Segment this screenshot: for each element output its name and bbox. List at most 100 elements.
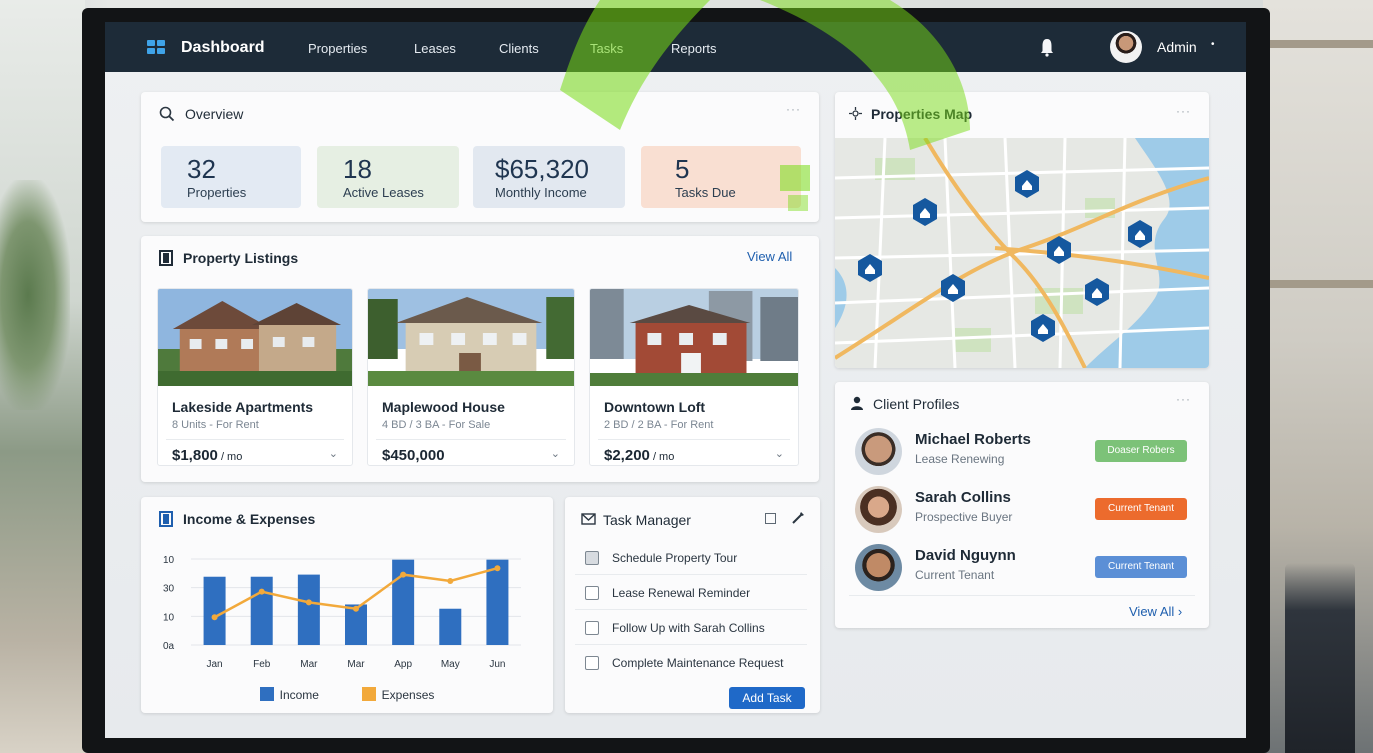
task-item[interactable]: Complete Maintenance Request xyxy=(575,646,807,680)
divider xyxy=(598,439,790,440)
stat-value: 5 xyxy=(675,154,690,184)
chevron-down-icon[interactable]: ⌄ xyxy=(329,447,338,460)
listing-price-value: $1,800 xyxy=(172,447,218,464)
overview-card: Overview ··· 32 Properties 18 Active Lea… xyxy=(141,92,819,222)
listing-price-unit: / mo xyxy=(217,451,243,463)
chart-xtick-label: App xyxy=(394,659,412,670)
listing-card[interactable]: Downtown Loft 2 BD / 2 BA - For Rent $2,… xyxy=(589,288,799,466)
client-row[interactable]: Michael Roberts Lease Renewing Doaser Ro… xyxy=(855,428,1205,486)
expand-icon[interactable] xyxy=(765,513,776,524)
stat-active-leases[interactable]: 18 Active Leases xyxy=(317,146,459,208)
bell-icon[interactable] xyxy=(1040,37,1054,57)
add-task-button[interactable]: Add Task xyxy=(729,687,805,709)
properties-map[interactable] xyxy=(835,138,1209,368)
legend-label-income: Income xyxy=(279,688,319,702)
income-expenses-card: Income & Expenses 10 30 10 0a Jan Feb Mar Mar Ap… xyxy=(141,497,553,713)
chart-ytick-label: 10 xyxy=(163,555,175,566)
client-avatar xyxy=(855,486,902,533)
listing-details: 4 BD / 3 BA - For Sale xyxy=(382,419,491,431)
chart-xtick-label: Jan xyxy=(207,659,223,670)
task-label: Schedule Property Tour xyxy=(612,551,738,565)
chart-xtick-label: Mar xyxy=(347,659,365,670)
task-checkbox[interactable] xyxy=(585,656,599,670)
client-profiles-card: Client Profiles ··· Michael Roberts Leas… xyxy=(835,382,1209,628)
legend-swatch-income xyxy=(259,687,274,701)
nav-link-properties[interactable]: Properties xyxy=(308,41,367,56)
nav-link-tasks[interactable]: Tasks xyxy=(590,41,623,56)
income-expenses-title: Income & Expenses xyxy=(183,511,316,527)
task-item[interactable]: Follow Up with Sarah Collins xyxy=(575,611,807,645)
stat-monthly-income[interactable]: $65,320 Monthly Income xyxy=(473,146,625,208)
stat-value: 18 xyxy=(343,154,372,184)
client-row[interactable]: David Nguynn Current Tenant Current Tena… xyxy=(855,544,1205,602)
chart-point-expenses xyxy=(305,599,312,606)
task-checkbox-checked[interactable] xyxy=(585,551,599,565)
user-avatar[interactable] xyxy=(1110,31,1142,63)
chevron-down-icon[interactable]: ⌄ xyxy=(775,447,784,460)
stat-value: $65,320 xyxy=(495,154,589,184)
top-nav: Dashboard Properties Leases Clients Task… xyxy=(105,22,1246,72)
listing-details: 8 Units - For Rent xyxy=(172,419,259,431)
income-expenses-chart: 10 30 10 0a Jan Feb Mar Mar App May Jun xyxy=(163,555,521,670)
listing-price-value: $2,200 xyxy=(604,447,650,464)
listing-card[interactable]: Maplewood House 4 BD / 3 BA - For Sale $… xyxy=(367,288,575,466)
listing-price: $2,200 / mo xyxy=(604,447,674,464)
task-manager-title: Task Manager xyxy=(603,512,691,528)
nav-link-reports[interactable]: Reports xyxy=(671,41,717,56)
listing-card[interactable]: Lakeside Apartments 8 Units - For Rent $… xyxy=(157,288,353,466)
client-name: Sarah Collins xyxy=(915,489,1011,506)
task-label: Lease Renewal Reminder xyxy=(612,586,751,600)
stat-tasks-due[interactable]: 5 Tasks Due xyxy=(641,146,801,208)
task-label: Follow Up with Sarah Collins xyxy=(612,621,765,635)
task-item[interactable]: Lease Renewal Reminder xyxy=(575,576,807,610)
chart-legend: Income Expenses xyxy=(141,687,553,702)
client-status: Current Tenant xyxy=(915,568,995,582)
listing-details: 2 BD / 2 BA - For Rent xyxy=(604,419,714,431)
edit-icon[interactable] xyxy=(791,511,805,525)
client-status: Prospective Buyer xyxy=(915,510,1013,524)
stat-label: Properties xyxy=(187,185,247,200)
property-photo xyxy=(590,289,798,386)
stat-label: Active Leases xyxy=(343,185,424,200)
user-icon xyxy=(851,396,863,410)
divider xyxy=(166,439,344,440)
task-label: Complete Maintenance Request xyxy=(612,656,784,670)
chart-point-expenses xyxy=(400,571,407,578)
background-plant xyxy=(0,180,70,410)
location-icon xyxy=(849,107,862,120)
dashboard-logo-icon xyxy=(147,40,165,55)
nav-link-clients[interactable]: Clients xyxy=(499,41,539,56)
task-item[interactable]: Schedule Property Tour xyxy=(575,541,807,575)
background-shelf xyxy=(1263,40,1373,48)
task-checkbox[interactable] xyxy=(585,621,599,635)
legend-swatch-expenses xyxy=(361,687,376,701)
client-badge: Current Tenant xyxy=(1095,498,1187,520)
chart-point-expenses xyxy=(211,614,218,621)
chart-xtick-label: Mar xyxy=(300,659,318,670)
chart-xtick-label: Feb xyxy=(253,659,271,670)
chart-point-expenses xyxy=(494,565,501,572)
nav-brand[interactable]: Dashboard xyxy=(181,39,265,57)
listings-view-all-link[interactable]: View All xyxy=(747,249,792,264)
chevron-down-icon[interactable]: ⌄ xyxy=(551,447,560,460)
overview-menu-icon[interactable]: ··· xyxy=(786,102,801,116)
client-row[interactable]: Sarah Collins Prospective Buyer Current … xyxy=(855,486,1205,544)
client-avatar xyxy=(855,428,902,475)
clients-menu-icon[interactable]: ··· xyxy=(1176,392,1191,406)
divider xyxy=(849,595,1195,596)
user-menu-caret-icon[interactable]: • xyxy=(1211,39,1215,50)
stat-properties[interactable]: 32 Properties xyxy=(161,146,301,208)
building-icon xyxy=(159,511,173,527)
listing-name: Downtown Loft xyxy=(604,399,706,415)
user-name[interactable]: Admin xyxy=(1157,39,1197,55)
client-name: Michael Roberts xyxy=(915,431,1031,448)
client-status: Lease Renewing xyxy=(915,452,1005,466)
client-avatar xyxy=(855,544,902,591)
clients-view-all-link[interactable]: View All › xyxy=(1129,604,1182,619)
property-listings-card: Property Listings View All Lakeside Apar… xyxy=(141,236,819,482)
chart-xtick-label: Jun xyxy=(489,659,505,670)
stat-label: Tasks Due xyxy=(675,185,736,200)
task-checkbox[interactable] xyxy=(585,586,599,600)
nav-link-leases[interactable]: Leases xyxy=(414,41,456,56)
map-menu-icon[interactable]: ··· xyxy=(1176,104,1191,118)
